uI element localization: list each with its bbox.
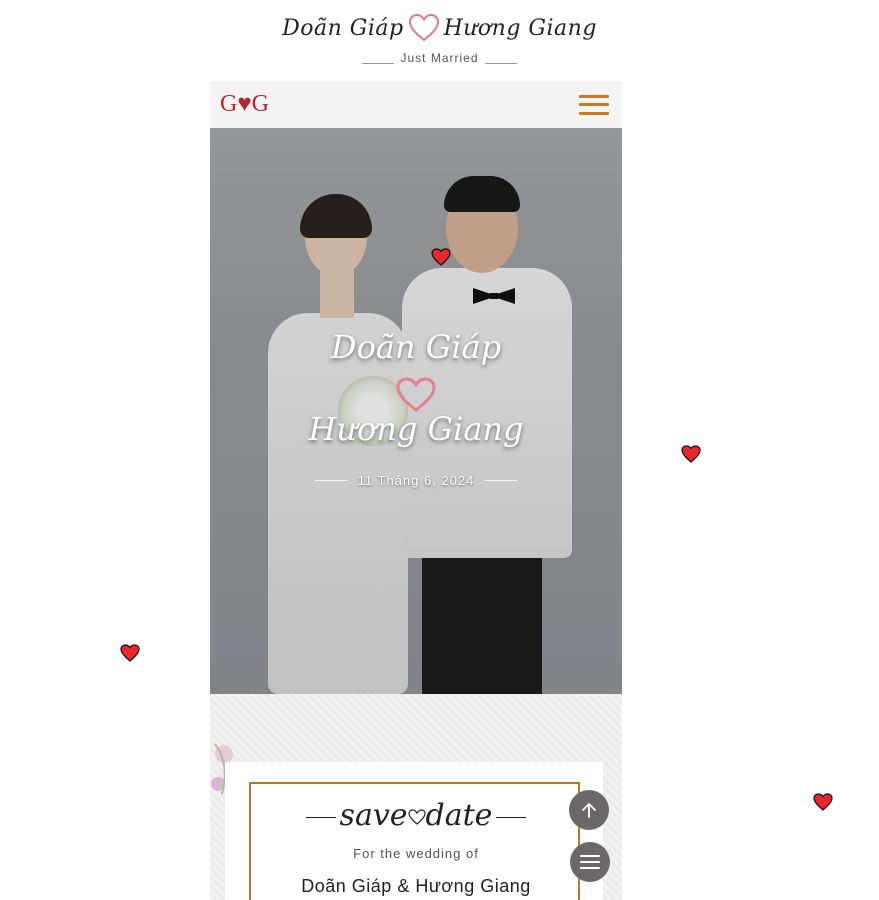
scroll-top-button[interactable] [569,790,609,830]
hero-bride-name: Hương Giang [308,410,524,448]
navbar: G♥G [210,81,622,128]
floating-heart-icon [813,793,833,811]
heart-outline-icon [408,13,439,42]
save-word: save [339,798,408,833]
for-the-wedding-text: For the wedding of [353,846,479,861]
wedding-date: 11 Tháng 6, 2024 [357,473,475,488]
save-the-date-title: save date [210,798,622,833]
arrow-up-icon [582,803,596,818]
hero-groom-name: Doãn Giáp [330,328,502,366]
floating-heart-icon [681,445,701,463]
site-title: Doãn Giáp Hương Giang [0,8,879,48]
menu-icon [580,855,600,869]
hero-section: Doãn Giáp Hương Giang 11 Tháng 6, 2024 [210,128,622,694]
groom-name: Doãn Giáp [282,15,404,41]
couple-names: Doãn Giáp & Hương Giang [301,876,531,896]
bride-name: Hương Giang [443,15,597,41]
divider [484,62,517,64]
floating-heart-icon [120,644,140,662]
divider [362,62,395,64]
date-word: date [425,798,493,833]
logo[interactable]: G♥G [220,91,269,118]
hamburger-icon[interactable] [579,93,609,117]
tagline-row: Just Married [0,51,879,65]
heart-outline-icon [407,809,426,825]
heart-outline-icon [396,377,436,412]
floating-heart-icon [431,248,451,266]
divider [484,480,519,481]
wedding-date-row: 11 Tháng 6, 2024 [210,473,622,488]
tagline: Just Married [400,51,479,65]
divider [313,480,348,481]
menu-button[interactable] [570,842,610,882]
save-the-date-section: save date For the wedding of Doãn Giáp & … [210,694,622,900]
